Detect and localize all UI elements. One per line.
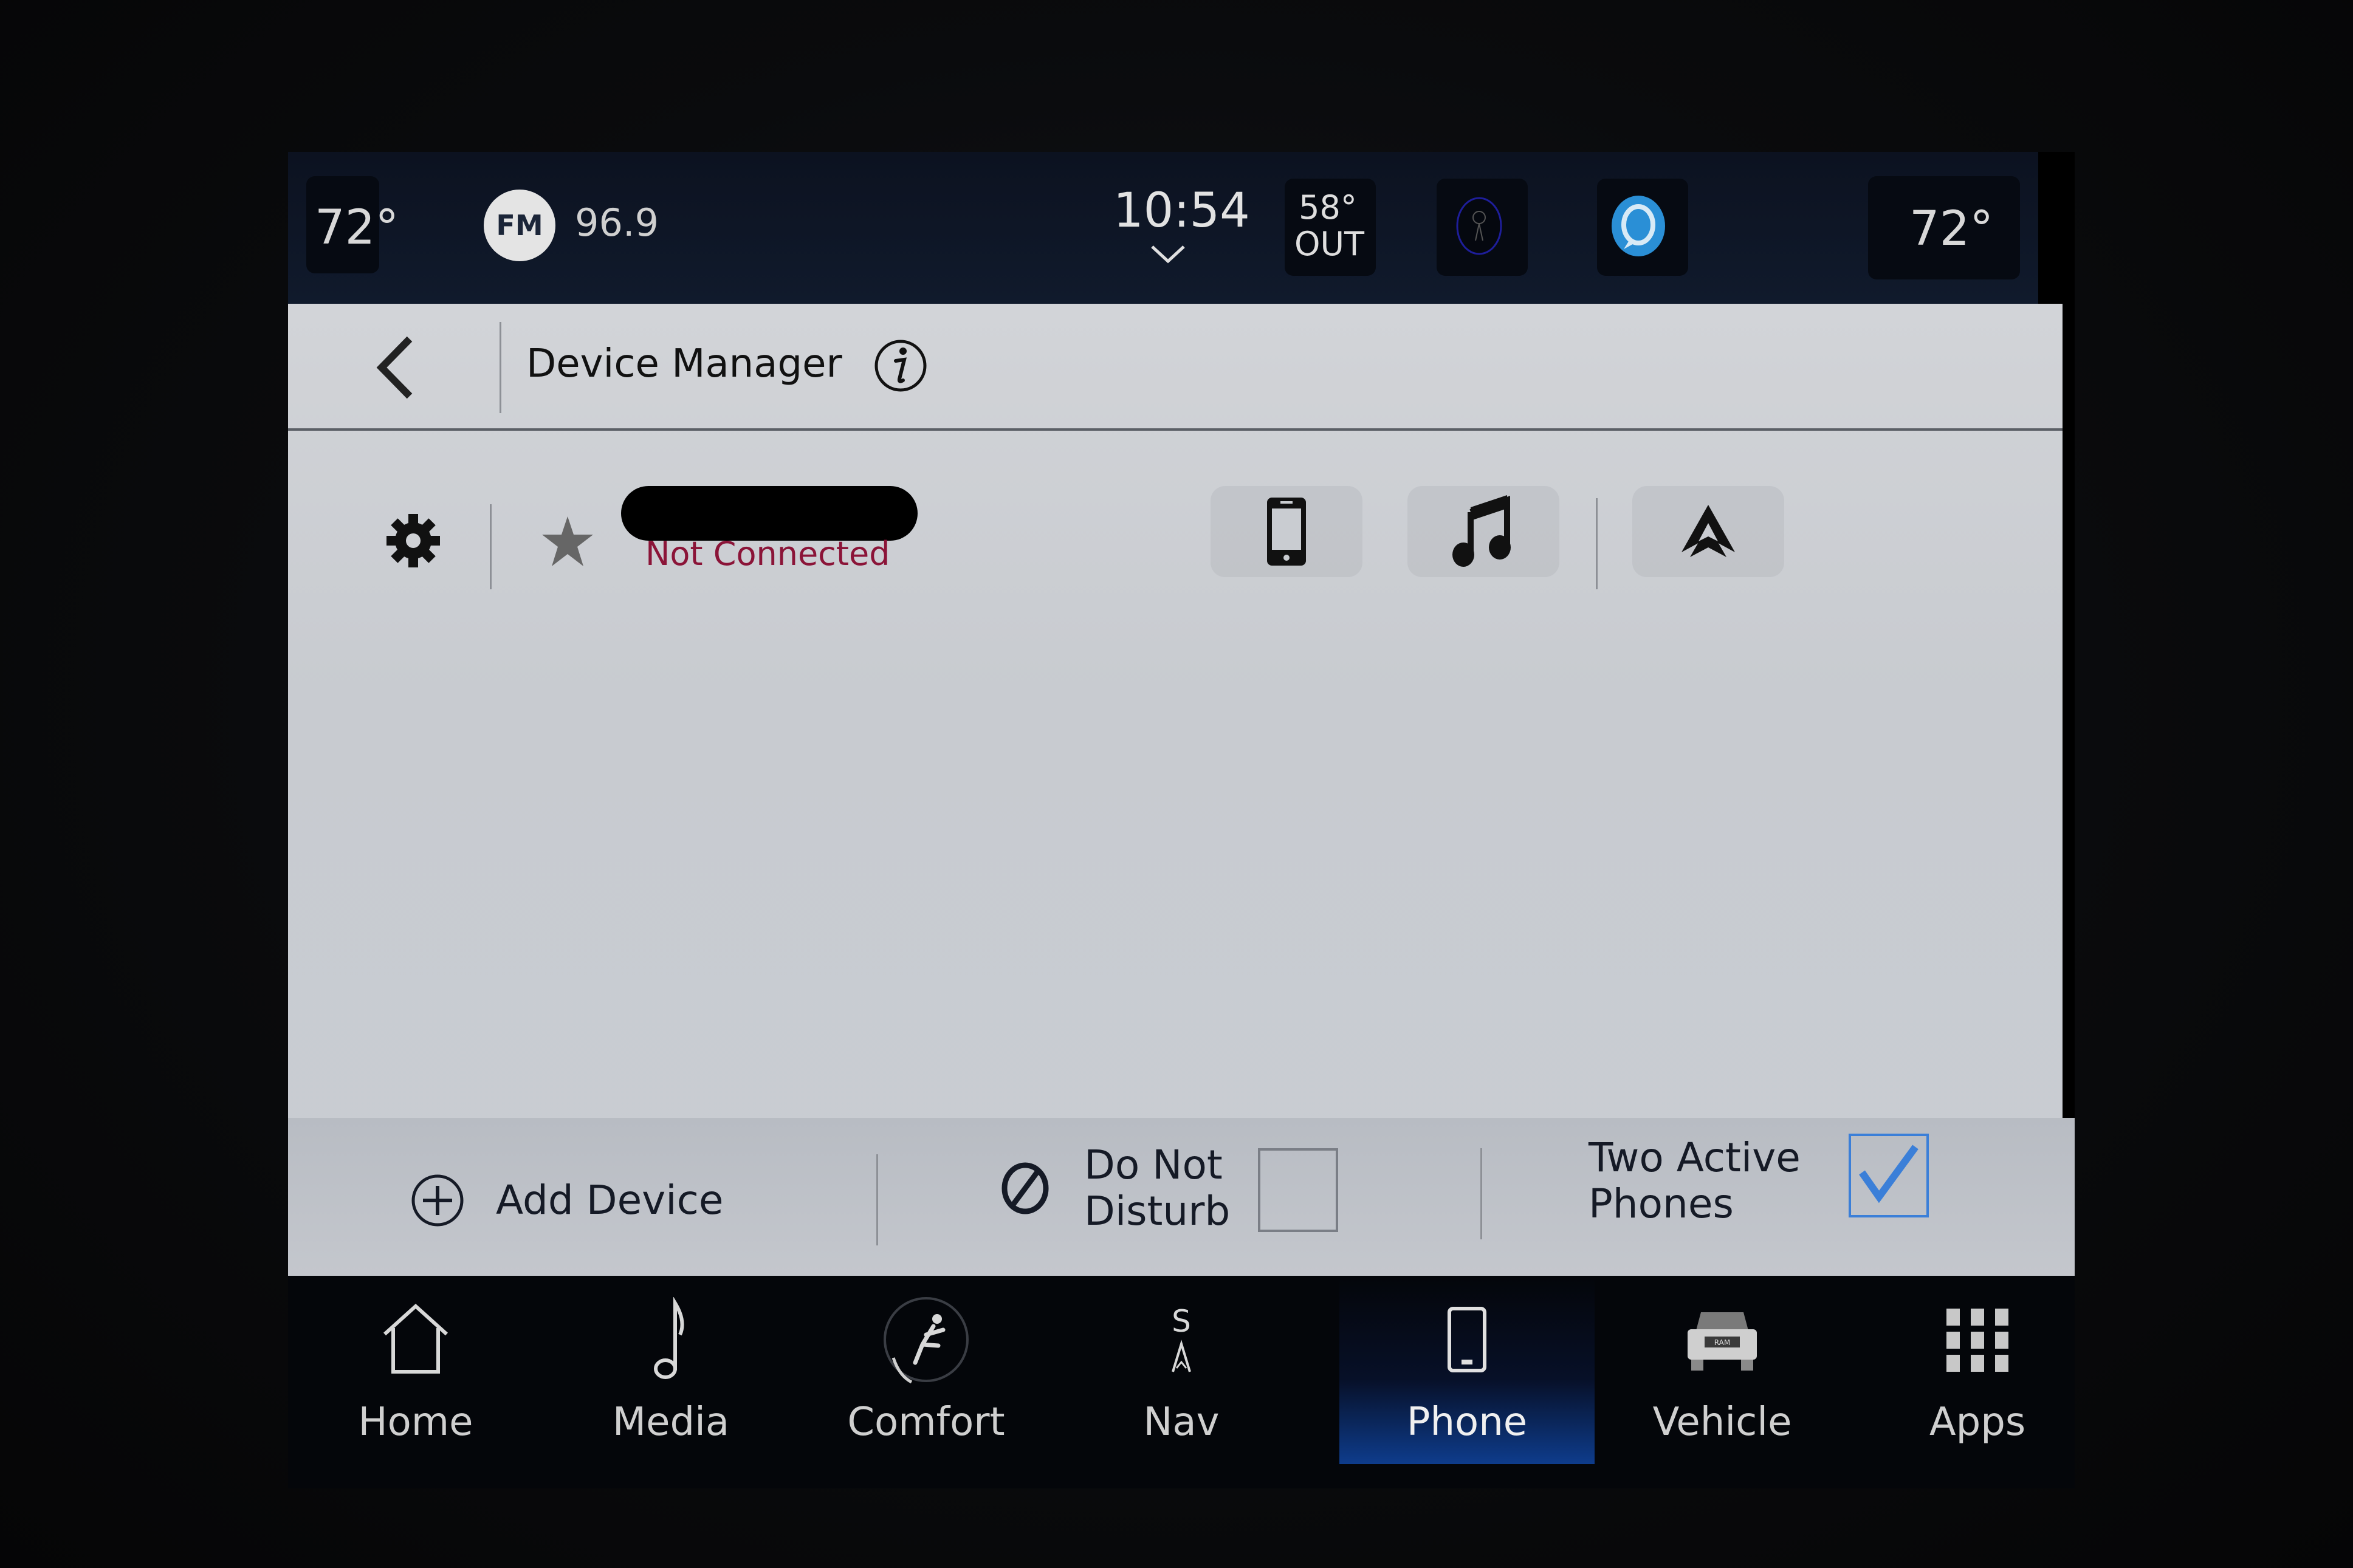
header-divider xyxy=(500,322,501,413)
nav-item-phone[interactable]: Phone xyxy=(1339,1276,1595,1464)
grid-icon xyxy=(1946,1309,2008,1372)
android-auto-button[interactable] xyxy=(1632,486,1784,577)
passenger-temp[interactable]: 72° xyxy=(1909,202,1993,256)
nav-item-apps[interactable]: Apps xyxy=(1850,1276,2105,1464)
outside-temp-label: OUT xyxy=(1294,225,1365,263)
compass-heading: S xyxy=(1172,1304,1191,1339)
truck-icon: RAM xyxy=(1688,1312,1757,1371)
two-active-phones-toggle[interactable]: Two Active Phones xyxy=(1589,1135,1801,1227)
audio-service-button[interactable] xyxy=(1407,486,1559,577)
device-list-item[interactable]: Not Connected xyxy=(288,486,2063,595)
nav-item-vehicle[interactable]: RAM Vehicle xyxy=(1595,1276,1850,1464)
nav-label-nav: Nav xyxy=(1143,1400,1220,1445)
nav-item-home[interactable]: Home xyxy=(288,1276,543,1464)
nav-label-home: Home xyxy=(358,1400,473,1445)
nav-label-vehicle: Vehicle xyxy=(1652,1400,1792,1445)
do-not-disturb-label: Do Not Disturb xyxy=(1084,1142,1230,1234)
info-icon[interactable] xyxy=(871,337,930,395)
service-divider xyxy=(1596,498,1598,589)
music-note-icon xyxy=(654,1297,684,1379)
page-title: Device Manager xyxy=(526,341,842,386)
nav-label-apps: Apps xyxy=(1929,1400,2026,1445)
seat-icon xyxy=(884,1297,969,1384)
compass-icon xyxy=(1172,1340,1191,1372)
nav-item-media[interactable]: Media xyxy=(543,1276,799,1464)
nav-item-comfort[interactable]: Comfort xyxy=(799,1276,1054,1464)
radio-frequency[interactable]: 96.9 xyxy=(575,200,659,245)
radio-band-badge[interactable]: FM xyxy=(484,190,555,261)
device-name-redacted xyxy=(621,486,918,541)
nav-item-nav[interactable]: S Nav xyxy=(1054,1276,1309,1464)
music-note-icon xyxy=(1452,495,1511,567)
action-divider-1 xyxy=(876,1154,878,1245)
outside-temp-value: 58° xyxy=(1299,188,1357,227)
connection-status: Not Connected xyxy=(645,535,890,573)
alexa-icon[interactable] xyxy=(1606,193,1671,259)
smartphone-icon xyxy=(1267,498,1306,566)
chevron-down-icon[interactable] xyxy=(1150,243,1186,265)
clock: 10:54 xyxy=(1113,183,1250,238)
smartphone-icon xyxy=(1448,1307,1486,1372)
voice-assistant-icon[interactable] xyxy=(1449,196,1510,256)
action-bar: Add Device Do Not Disturb Two Active Pho… xyxy=(288,1118,2075,1276)
nav-label-comfort: Comfort xyxy=(847,1400,1005,1445)
two-active-phones-label: Two Active Phones xyxy=(1589,1135,1801,1227)
chevron-left-icon[interactable] xyxy=(367,334,422,401)
do-not-disturb-checkbox[interactable] xyxy=(1258,1148,1338,1232)
dnd-label-line2: Disturb xyxy=(1084,1188,1231,1234)
outside-temp: 58° OUT xyxy=(1294,188,1365,263)
driver-temp[interactable]: 72° xyxy=(315,200,399,255)
two-active-phones-checkbox[interactable] xyxy=(1849,1134,1929,1217)
add-device-button[interactable]: Add Device xyxy=(410,1173,723,1228)
add-circle-icon xyxy=(411,1174,464,1227)
action-divider-2 xyxy=(1480,1148,1482,1239)
android-auto-icon xyxy=(1681,505,1735,557)
svg-text:RAM: RAM xyxy=(1714,1338,1730,1347)
checkmark-icon xyxy=(1859,1145,1918,1203)
home-icon xyxy=(383,1303,448,1374)
nav-label-media: Media xyxy=(612,1400,730,1445)
tap-label-line2: Phones xyxy=(1589,1180,1734,1227)
tap-label-line1: Two Active xyxy=(1589,1134,1801,1181)
add-device-label: Add Device xyxy=(496,1177,724,1224)
nav-label-phone: Phone xyxy=(1406,1400,1528,1445)
do-not-disturb-icon xyxy=(1001,1162,1049,1214)
device-row-divider xyxy=(490,504,492,589)
phone-service-button[interactable] xyxy=(1211,486,1362,577)
gear-icon[interactable] xyxy=(383,510,444,571)
star-icon[interactable] xyxy=(538,513,597,571)
do-not-disturb-toggle[interactable]: Do Not Disturb xyxy=(999,1142,1230,1234)
infotainment-screen: 72° FM 96.9 10:54 58° OUT 72° Device Man… xyxy=(288,152,2075,1488)
page-header: Device Manager xyxy=(288,304,2063,431)
status-bar: 72° FM 96.9 10:54 58° OUT 72° xyxy=(288,152,2038,304)
bottom-nav: Home Media Comfort S Nav Phone RAM Vehic… xyxy=(288,1276,2075,1488)
dnd-label-line1: Do Not xyxy=(1084,1142,1223,1188)
